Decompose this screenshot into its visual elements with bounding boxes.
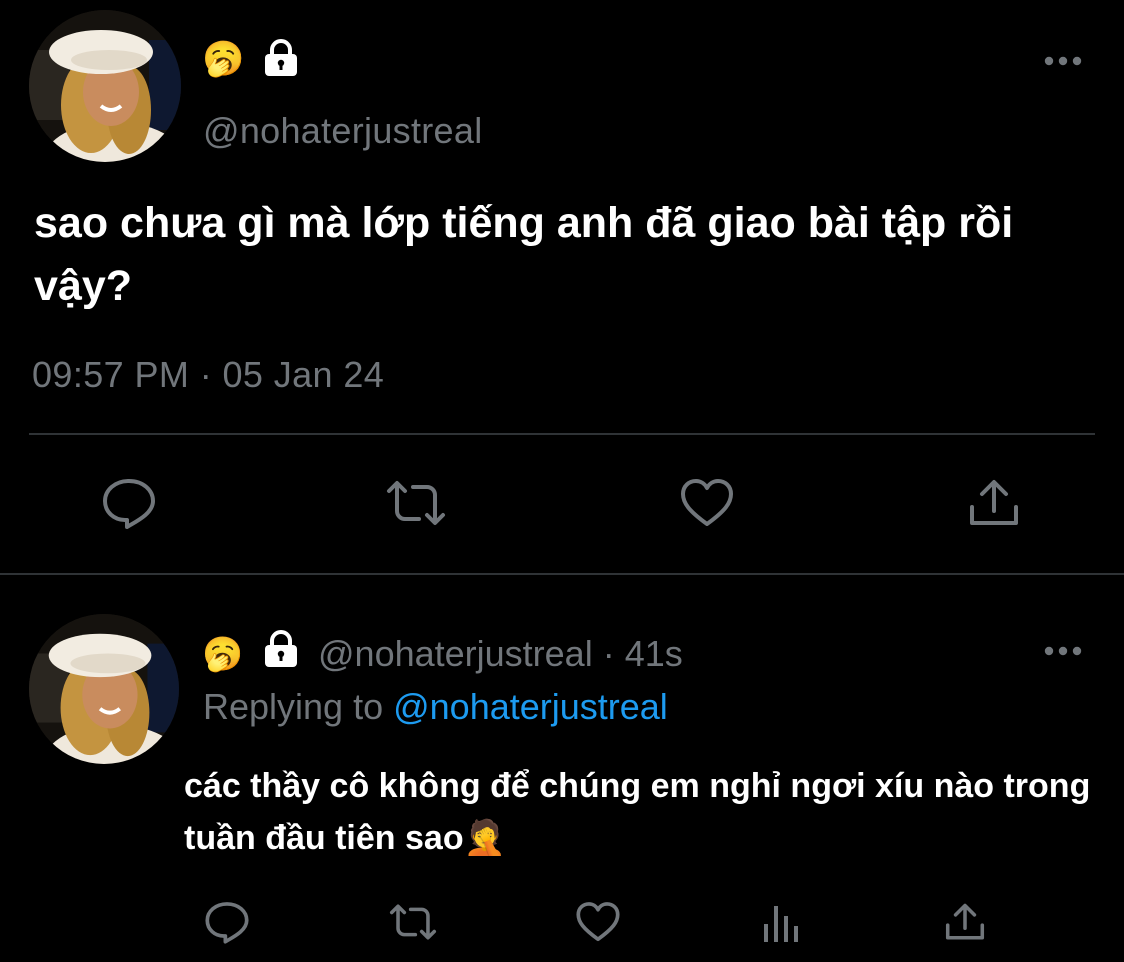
tweet-timestamp[interactable]: 09:57 PM · 05 Jan 24	[32, 354, 384, 396]
more-options-icon[interactable]	[1043, 55, 1083, 67]
reply-author-handle[interactable]: @nohaterjustreal	[318, 633, 593, 674]
reply-text: các thầy cô không để chúng em nghỉ ngơi …	[184, 760, 1114, 864]
reply-text-body: các thầy cô không để chúng em nghỉ ngơi …	[184, 767, 1091, 857]
replying-prefix: Replying to	[203, 686, 394, 727]
facepalm-emoji: 🤦	[463, 819, 506, 857]
replying-to: Replying to @nohaterjustreal	[203, 686, 668, 728]
reply-icon[interactable]	[101, 477, 157, 529]
share-icon[interactable]	[966, 477, 1022, 529]
share-icon[interactable]	[943, 900, 987, 944]
meta-separator: ·	[592, 633, 625, 674]
retweet-icon[interactable]	[383, 477, 449, 529]
reply-author-avatar[interactable]	[29, 614, 179, 764]
lock-icon	[262, 629, 300, 669]
more-options-icon[interactable]	[1043, 645, 1083, 657]
divider	[29, 433, 1095, 435]
tweet-text: sao chưa gì mà lớp tiếng anh đã giao bài…	[34, 199, 1026, 310]
author-avatar[interactable]	[29, 10, 181, 162]
author-handle[interactable]: @nohaterjustreal	[203, 110, 483, 152]
like-icon[interactable]	[679, 477, 735, 529]
reply-age[interactable]: 41s	[625, 633, 683, 674]
reply-icon[interactable]	[204, 900, 250, 944]
section-divider	[0, 573, 1124, 575]
retweet-icon[interactable]	[387, 900, 439, 944]
lock-icon	[262, 38, 300, 78]
status-emoji: 🥱	[202, 39, 245, 79]
reply-meta: @nohaterjustreal · 41s	[318, 633, 683, 675]
replying-to-mention[interactable]: @nohaterjustreal	[393, 686, 668, 727]
stats-icon[interactable]	[762, 902, 802, 944]
status-emoji: 🥱	[202, 634, 244, 673]
like-icon[interactable]	[575, 900, 621, 944]
